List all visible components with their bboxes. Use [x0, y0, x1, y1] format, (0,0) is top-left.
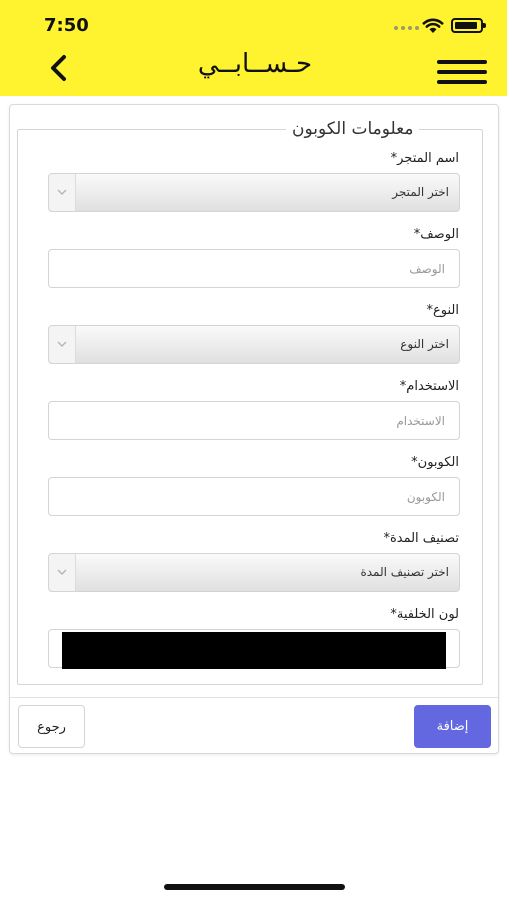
home-indicator: [164, 884, 345, 890]
description-placeholder: الوصف: [409, 262, 445, 276]
battery-icon: [451, 18, 486, 33]
add-button[interactable]: إضافة: [414, 705, 491, 748]
back-arrow-icon[interactable]: [44, 52, 76, 84]
status-time: 7:50: [44, 15, 89, 36]
cellular-signal-icon: [394, 26, 419, 30]
duration-select[interactable]: اختر تصنيف المدة: [48, 553, 460, 592]
bg-color-label: لون الخلفية*: [390, 607, 459, 622]
coupon-label: الكوبون*: [411, 455, 459, 470]
bg-color-swatch[interactable]: [62, 632, 446, 669]
usage-placeholder: الاستخدام: [396, 414, 445, 428]
wifi-icon: [422, 18, 444, 33]
page-title: حـســابــي: [197, 49, 313, 79]
store-select[interactable]: اختر المتجر: [48, 173, 460, 212]
description-label: الوصف*: [413, 227, 459, 242]
store-select-value: اختر المتجر: [392, 185, 449, 199]
usage-input[interactable]: الاستخدام: [48, 401, 460, 440]
app-header: 7:50 حـســابــي: [0, 0, 507, 96]
chevron-down-icon: [57, 189, 67, 195]
store-label: اسم المتجر*: [390, 151, 459, 166]
type-select[interactable]: اختر النوع: [48, 325, 460, 364]
type-label: النوع*: [426, 303, 459, 318]
description-input[interactable]: الوصف: [48, 249, 460, 288]
fieldset-legend: معلومات الكوبون: [286, 119, 420, 139]
coupon-input[interactable]: الكوبون: [48, 477, 460, 516]
bg-color-picker[interactable]: [48, 629, 460, 669]
chevron-down-icon: [57, 569, 67, 575]
type-select-value: اختر النوع: [400, 337, 449, 351]
usage-label: الاستخدام*: [399, 379, 459, 394]
duration-select-value: اختر تصنيف المدة: [360, 565, 449, 579]
back-button[interactable]: رجوع: [18, 705, 85, 748]
chevron-down-icon: [57, 341, 67, 347]
hamburger-menu-icon[interactable]: [437, 60, 487, 86]
duration-label: تصنيف المدة*: [383, 531, 459, 546]
footer-divider: [10, 697, 498, 698]
coupon-placeholder: الكوبون: [406, 490, 445, 504]
